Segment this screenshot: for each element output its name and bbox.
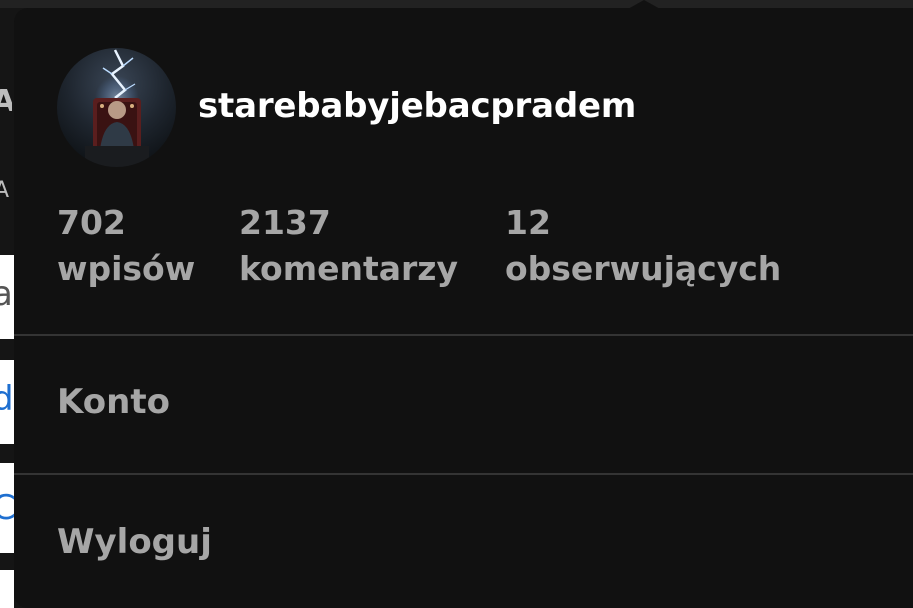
background-fragment-b: A (0, 178, 10, 203)
background-card-fragment: d (0, 360, 14, 444)
background-text-fragment: A (0, 178, 12, 208)
stat-followers[interactable]: 12 obserwujących (505, 200, 781, 292)
stat-followers-value: 12 (505, 203, 551, 242)
background-card-fragment: a (0, 255, 14, 339)
background-fragment-e: C (0, 488, 14, 528)
background-text-fragment: A (0, 84, 12, 124)
stat-followers-label: obserwujących (505, 249, 782, 288)
divider (14, 473, 913, 475)
stat-comments-label: komentarzy (239, 249, 459, 288)
divider (14, 334, 913, 336)
stat-posts-label: wpisów (57, 249, 196, 288)
stat-posts[interactable]: 702 wpisów (57, 200, 195, 292)
stat-posts-value: 702 (57, 203, 126, 242)
avatar-image (57, 48, 176, 167)
stat-comments[interactable]: 2137 komentarzy (239, 200, 458, 292)
background-card-fragment: C (0, 463, 14, 553)
background-fragment-a: A (0, 84, 12, 119)
avatar[interactable] (57, 48, 176, 167)
stat-comments-value: 2137 (239, 203, 331, 242)
background-fragment-c: a (0, 274, 13, 314)
logout-menu-item[interactable]: Wyloguj (57, 522, 212, 562)
background-top-bar (0, 0, 913, 8)
background-card-fragment (0, 570, 14, 608)
background-fragment-d: d (0, 379, 14, 419)
user-dropdown-panel: starebabyjebacpradem 702 wpisów 2137 kom… (14, 8, 913, 608)
username[interactable]: starebabyjebacpradem (198, 86, 636, 126)
account-menu-item[interactable]: Konto (57, 382, 170, 422)
